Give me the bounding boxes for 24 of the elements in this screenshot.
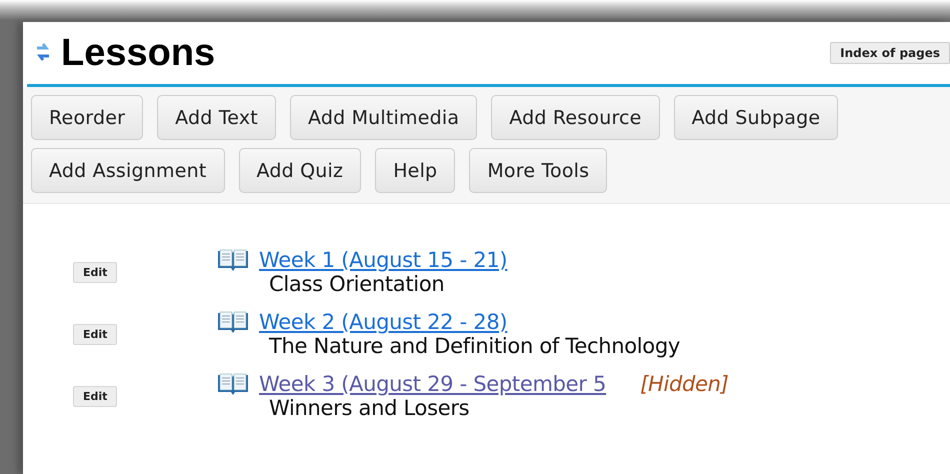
book-icon [217,310,249,334]
lesson-link[interactable]: Week 2 (August 22 - 28) [259,310,508,334]
lesson-description: The Nature and Definition of Technology [269,334,682,358]
edit-button[interactable]: Edit [73,262,118,282]
toolbar-button[interactable]: Reorder [31,95,144,140]
hidden-label: [Hidden] [640,372,729,396]
toolbar-button[interactable]: Help [375,148,456,193]
lesson-description: Winners and Losers [269,396,470,420]
toolbar-button[interactable]: More Tools [469,148,608,193]
edit-button[interactable]: Edit [73,386,118,406]
book-icon [217,248,249,272]
index-of-pages-button[interactable]: Index of pages [830,42,950,64]
lesson-link[interactable]: Week 3 (August 29 - September 5 [259,372,606,396]
toolbar-button[interactable]: Add Subpage [674,95,838,140]
lesson-description: Class Orientation [269,272,446,296]
book-icon [217,372,249,396]
toolbar-button[interactable]: Add Assignment [31,148,224,193]
toolbar-button[interactable]: Add Text [157,95,276,140]
lesson-link[interactable]: Week 1 (August 15 - 21) [259,248,508,272]
page-title: Lessons [61,32,216,74]
toolbar-button[interactable]: Add Resource [491,95,660,140]
edit-button[interactable]: Edit [73,324,118,344]
toolbar-button[interactable]: Add Quiz [238,148,362,193]
toolbar-button[interactable]: Add Multimedia [290,95,478,140]
